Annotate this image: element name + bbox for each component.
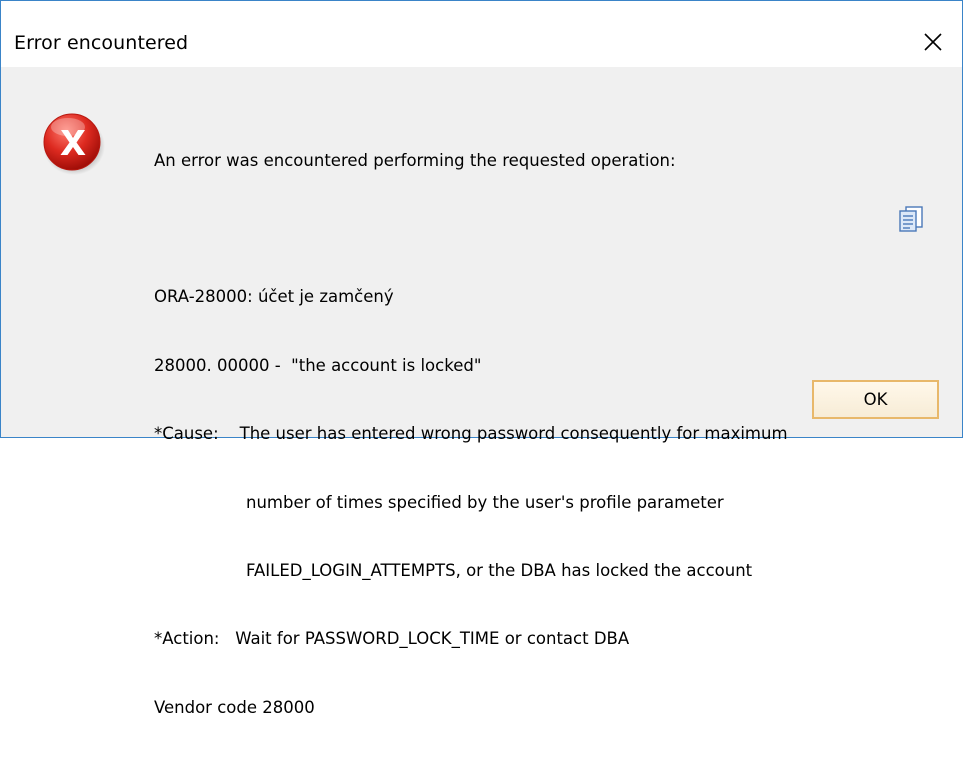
close-button[interactable] (904, 17, 962, 67)
close-icon (924, 33, 942, 51)
clipboard-icon[interactable] (897, 205, 925, 233)
message-cause-cont-2: FAILED_LOGIN_ATTEMPTS, or the DBA has lo… (246, 560, 753, 580)
error-x-icon (43, 113, 105, 175)
message-ora-code: ORA-28000: účet je zamčený (154, 287, 394, 307)
message-vendor-code: Vendor code 28000 (154, 697, 315, 717)
error-message: An error was encountered performing the … (154, 104, 788, 765)
message-action: *Action: Wait for PASSWORD_LOCK_TIME or … (154, 629, 630, 649)
message-intro: An error was encountered performing the … (154, 150, 676, 170)
message-cause-cont-1: number of times specified by the user's … (246, 492, 724, 512)
message-cause: *Cause: The user has entered wrong passw… (154, 424, 788, 444)
error-dialog: Error encountered An error was encounter… (0, 0, 963, 717)
title-bar: Error encountered (1, 1, 962, 67)
dialog-title: Error encountered (14, 32, 189, 54)
message-state: 28000. 00000 - "the account is locked" (154, 355, 482, 375)
dialog-body: An error was encountered performing the … (1, 67, 962, 717)
ok-button[interactable]: OK (812, 380, 939, 419)
